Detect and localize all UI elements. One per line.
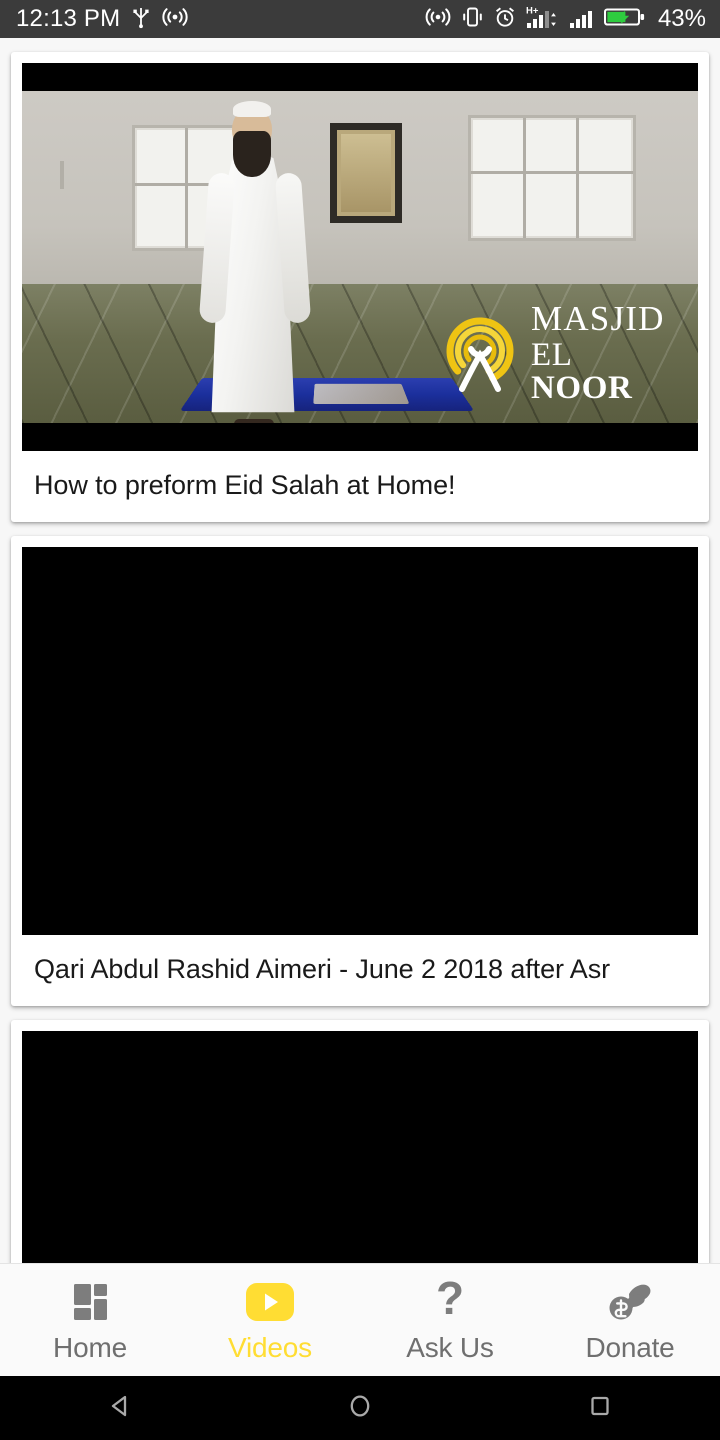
status-bar-right: H+ 43% — [425, 5, 706, 34]
wall-picture-frame — [330, 123, 402, 223]
masjid-logo-text: MASJID EL NOOR — [531, 301, 678, 405]
signal-icon — [569, 5, 595, 34]
window-right — [468, 115, 636, 241]
question-mark-icon: ? — [427, 1278, 473, 1325]
tab-donate[interactable]: Donate — [540, 1264, 720, 1376]
hplus-signal-icon: H+ — [526, 5, 560, 34]
status-clock: 12:13 PM — [16, 5, 121, 32]
status-bar: 12:13 PM H+ 43% — [0, 0, 720, 38]
app-screen: 12:13 PM H+ 43% MASJID EL NOOR How to pr… — [0, 0, 720, 1440]
video-thumbnail[interactable] — [22, 547, 698, 935]
video-card[interactable] — [11, 1020, 709, 1263]
status-bar-left: 12:13 PM — [16, 5, 188, 34]
svg-text:?: ? — [436, 1278, 464, 1324]
hand-coin-icon — [604, 1279, 656, 1325]
bottom-tab-bar: Home Videos ? Ask Us Donate — [0, 1263, 720, 1376]
play-button-icon — [242, 1279, 298, 1325]
battery-charging-icon — [603, 5, 646, 34]
dashboard-grid-icon — [67, 1279, 113, 1325]
video-thumbnail[interactable]: MASJID EL NOOR — [22, 63, 698, 451]
svg-text:H+: H+ — [526, 5, 539, 16]
video-title: Qari Abdul Rashid Aimeri - June 2 2018 a… — [34, 954, 611, 984]
tab-label-videos: Videos — [228, 1331, 312, 1363]
thumbnail-photo: MASJID EL NOOR — [22, 91, 698, 423]
wifi-hotspot-icon — [425, 6, 451, 33]
tab-videos[interactable]: Videos — [180, 1264, 360, 1376]
logo-line-2: EL NOOR — [531, 337, 633, 406]
video-list[interactable]: MASJID EL NOOR How to preform Eid Salah … — [0, 38, 720, 1263]
masjid-el-noor-watermark: MASJID EL NOOR — [438, 301, 678, 405]
video-card[interactable]: Qari Abdul Rashid Aimeri - June 2 2018 a… — [11, 536, 709, 1006]
tab-label-home: Home — [53, 1331, 127, 1363]
wall-detail — [60, 161, 64, 189]
tab-ask-us[interactable]: ? Ask Us — [360, 1264, 540, 1376]
cast-icon — [162, 6, 188, 33]
video-thumbnail[interactable] — [22, 1031, 698, 1263]
person-praying — [198, 101, 312, 423]
square-recents-icon — [585, 1391, 615, 1426]
tab-home[interactable]: Home — [0, 1264, 180, 1376]
masjid-logo-icon — [438, 311, 522, 395]
video-title: How to preform Eid Salah at Home! — [34, 470, 456, 500]
circle-home-icon — [345, 1391, 375, 1426]
android-navigation-bar — [0, 1376, 720, 1440]
triangle-back-icon — [105, 1391, 135, 1426]
recents-button[interactable] — [540, 1376, 660, 1440]
tab-label-donate: Donate — [585, 1331, 675, 1363]
logo-line-1: MASJID — [531, 299, 665, 338]
tab-label-ask-us: Ask Us — [406, 1331, 494, 1363]
video-card[interactable]: MASJID EL NOOR How to preform Eid Salah … — [11, 52, 709, 522]
home-button[interactable] — [300, 1376, 420, 1440]
back-button[interactable] — [60, 1376, 180, 1440]
vibrate-icon — [460, 6, 484, 33]
battery-percent-label: 43% — [657, 5, 706, 32]
alarm-icon — [493, 6, 517, 33]
usb-icon — [132, 5, 150, 34]
